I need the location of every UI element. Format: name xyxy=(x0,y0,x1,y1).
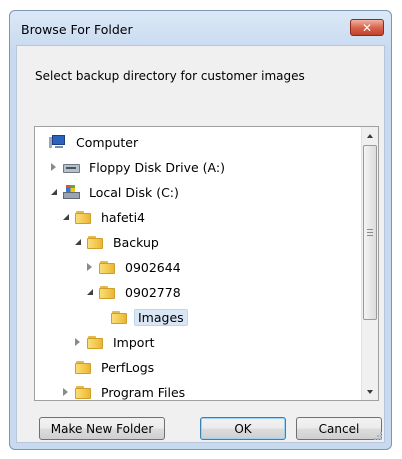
expand-arrow-icon[interactable] xyxy=(85,263,94,272)
dialog-prompt: Select backup directory for customer ima… xyxy=(35,69,305,83)
expand-arrow-icon[interactable] xyxy=(49,163,58,172)
tree-item-label: hafeti4 xyxy=(101,209,146,225)
tree-item-label: PerfLogs xyxy=(101,359,155,375)
folder-icon xyxy=(98,259,116,275)
browse-for-folder-dialog: Browse For Folder ✕ Select backup direct… xyxy=(9,10,392,450)
tree-item-hafeti4[interactable]: hafeti4 xyxy=(61,206,148,228)
close-button[interactable]: ✕ xyxy=(350,19,384,36)
dialog-client-area: Select backup directory for customer ima… xyxy=(16,45,385,443)
tree-item-label: Program Files xyxy=(101,384,186,400)
tree-item-program-files[interactable]: Program Files xyxy=(61,381,188,400)
tree-item-import[interactable]: Import xyxy=(73,331,158,353)
computer-icon xyxy=(49,134,67,150)
tree-item-backup[interactable]: Backup xyxy=(73,231,162,253)
tree-item-images[interactable]: Images xyxy=(110,306,188,328)
tree-item-label: 0902644 xyxy=(125,259,181,275)
expand-arrow-icon[interactable] xyxy=(73,338,82,347)
folder-tree[interactable]: Computer Floppy Disk Drive (A:) Local Di… xyxy=(34,126,379,401)
folder-icon xyxy=(74,359,92,375)
arrow-up-icon xyxy=(367,133,373,138)
scroll-down-button[interactable] xyxy=(362,383,378,400)
scroll-up-button[interactable] xyxy=(362,127,378,144)
local-disk-icon xyxy=(62,184,80,200)
tree-item-label: Import xyxy=(113,334,155,350)
expand-arrow-icon[interactable] xyxy=(61,388,70,397)
tree-item-label: Computer xyxy=(76,134,139,150)
resize-grip-icon[interactable] xyxy=(372,430,382,440)
folder-icon xyxy=(74,384,92,400)
folder-icon xyxy=(86,234,104,250)
vertical-scrollbar[interactable] xyxy=(361,127,378,400)
scrollbar-thumb[interactable] xyxy=(363,145,377,320)
collapse-arrow-icon[interactable] xyxy=(61,213,70,222)
tree-item-label: Local Disk (C:) xyxy=(89,184,179,200)
grip-icon xyxy=(367,229,373,236)
tree-item-0902644[interactable]: 0902644 xyxy=(85,256,184,278)
title-bar[interactable]: Browse For Folder ✕ xyxy=(10,11,391,49)
dialog-title: Browse For Folder xyxy=(21,22,133,37)
close-icon: ✕ xyxy=(361,20,373,35)
cancel-button[interactable]: Cancel xyxy=(296,417,382,440)
tree-item-label: Images xyxy=(134,308,188,326)
tree-item-label: Floppy Disk Drive (A:) xyxy=(89,159,225,175)
tree-item-0902778[interactable]: 0902778 xyxy=(85,281,184,303)
folder-icon xyxy=(74,209,92,225)
tree-item-floppy-disk-drive[interactable]: Floppy Disk Drive (A:) xyxy=(49,156,228,178)
arrow-down-icon xyxy=(367,389,373,394)
collapse-arrow-icon[interactable] xyxy=(49,188,58,197)
collapse-arrow-icon[interactable] xyxy=(73,238,82,247)
collapse-arrow-icon[interactable] xyxy=(85,288,94,297)
folder-icon xyxy=(86,334,104,350)
tree-item-perflogs[interactable]: PerfLogs xyxy=(74,356,157,378)
tree-item-computer[interactable]: Computer xyxy=(49,131,141,153)
tree-item-label: Backup xyxy=(113,234,159,250)
ok-button[interactable]: OK xyxy=(200,417,286,440)
make-new-folder-button[interactable]: Make New Folder xyxy=(39,417,165,440)
tree-item-label: 0902778 xyxy=(125,284,181,300)
floppy-disk-icon xyxy=(62,159,80,175)
folder-icon xyxy=(98,284,116,300)
folder-icon xyxy=(110,309,128,325)
tree-item-local-disk[interactable]: Local Disk (C:) xyxy=(49,181,182,203)
